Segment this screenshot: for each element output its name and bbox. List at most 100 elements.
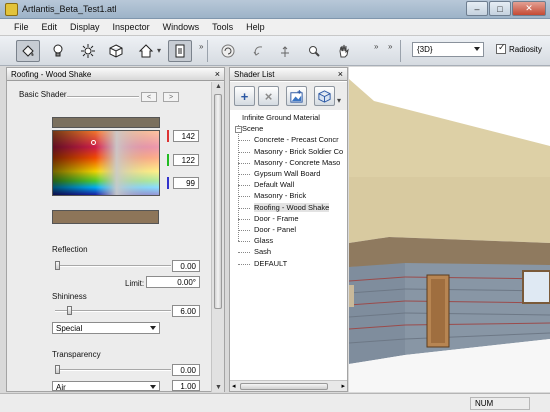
- chevron-down-icon: [474, 47, 480, 51]
- document-icon: [175, 44, 185, 58]
- object-tool-button[interactable]: [104, 40, 128, 62]
- redo-tool-button[interactable]: [273, 40, 297, 62]
- green-value-field[interactable]: 122: [173, 154, 199, 166]
- scroll-left-icon[interactable]: ◂: [232, 382, 236, 390]
- shader-item[interactable]: Default Wall: [254, 180, 294, 189]
- menu-file[interactable]: File: [14, 22, 29, 32]
- title-bar: Artlantis_Beta_Test1.atl – □ ✕: [0, 0, 550, 19]
- perspective-tool-button[interactable]: [134, 40, 158, 62]
- delete-shader-button[interactable]: ×: [258, 86, 279, 106]
- collapse-icon[interactable]: −: [235, 126, 242, 134]
- menu-edit[interactable]: Edit: [42, 22, 58, 32]
- radiosity-checkbox[interactable]: [496, 42, 506, 54]
- shader-list-hscrollbar[interactable]: ◂ ▸: [230, 380, 347, 391]
- light-bulb-icon: [53, 44, 63, 57]
- perspective-dropdown[interactable]: ▾: [157, 46, 161, 55]
- shader-slider-track[interactable]: [67, 96, 139, 98]
- toolbar-more-right[interactable]: »: [374, 42, 378, 51]
- chevron-down-icon[interactable]: ▾: [337, 96, 341, 105]
- menu-windows[interactable]: Windows: [163, 22, 200, 32]
- tree-connector: [238, 218, 250, 220]
- sun-tool-button[interactable]: [76, 40, 100, 62]
- maximize-button[interactable]: □: [489, 1, 511, 16]
- shader-item[interactable]: Door - Panel: [254, 225, 296, 234]
- shader-item[interactable]: Glass: [254, 236, 273, 245]
- transparency-value-field[interactable]: 0.00: [172, 364, 200, 376]
- inspector-scroll-thumb[interactable]: [214, 94, 222, 309]
- shader-item-selected[interactable]: Roofing - Wood Shake: [254, 202, 330, 212]
- cube-icon: [109, 44, 123, 58]
- reflection-slider-thumb[interactable]: [55, 261, 60, 270]
- shader-item[interactable]: Masonry - Concrete Maso: [254, 158, 340, 167]
- window-left: [349, 285, 354, 307]
- transparency-slider-track[interactable]: [55, 369, 171, 371]
- rotate-icon: [253, 46, 263, 56]
- shininess-value-field[interactable]: 6.00: [172, 305, 200, 317]
- pan-tool-button[interactable]: [332, 40, 356, 62]
- menu-display[interactable]: Display: [70, 22, 100, 32]
- reflection-value-field[interactable]: 0.00: [172, 260, 200, 272]
- window-controls: – □ ✕: [466, 1, 546, 16]
- shader-item[interactable]: Masonry - Brick: [254, 191, 306, 200]
- inspector-header: Roofing - Wood Shake ×: [7, 68, 224, 81]
- render-tool-button[interactable]: [216, 40, 240, 62]
- window-title: Artlantis_Beta_Test1.atl: [22, 4, 117, 14]
- ior-value-field[interactable]: 1.00: [172, 380, 200, 391]
- close-icon[interactable]: ×: [338, 69, 343, 79]
- 3d-viewport[interactable]: [349, 67, 550, 392]
- color-picker[interactable]: [52, 130, 160, 196]
- object-shader-button[interactable]: [314, 86, 335, 106]
- shininess-slider-track[interactable]: [55, 310, 171, 312]
- undo-tool-button[interactable]: [246, 40, 270, 62]
- shader-tool-button[interactable]: [16, 40, 40, 62]
- reflection-slider-track[interactable]: [55, 265, 171, 267]
- shader-list-toolbar: + × ▾: [230, 82, 347, 110]
- image-shader-button[interactable]: [286, 86, 307, 106]
- menu-tools[interactable]: Tools: [212, 22, 233, 32]
- shader-item[interactable]: Masonry - Brick Soldier Co: [254, 147, 343, 156]
- shader-item[interactable]: DEFAULT: [254, 259, 287, 268]
- zoom-tool-button[interactable]: [302, 40, 326, 62]
- blue-value-field[interactable]: 99: [173, 177, 199, 189]
- blue-channel-marker: [167, 177, 169, 189]
- color-picker-cursor[interactable]: [91, 140, 96, 145]
- shader-list-scroll-thumb[interactable]: [240, 383, 328, 390]
- color-swatch[interactable]: [52, 210, 159, 224]
- sun-icon: [81, 44, 95, 58]
- scroll-down-icon[interactable]: ▼: [215, 384, 222, 391]
- close-icon[interactable]: ×: [215, 69, 220, 79]
- shader-item[interactable]: Gypsum Wall Board: [254, 169, 320, 178]
- transparency-medium-select[interactable]: Air: [52, 381, 160, 392]
- shader-item[interactable]: Infinite Ground Material: [242, 113, 320, 122]
- shininess-mode-select[interactable]: Special: [52, 322, 160, 334]
- refresh-icon: [221, 44, 235, 58]
- close-button[interactable]: ✕: [512, 1, 546, 16]
- reflection-label: Reflection: [52, 245, 88, 254]
- shader-item[interactable]: Sash: [254, 247, 271, 256]
- shininess-label: Shininess: [52, 292, 87, 301]
- menu-inspector[interactable]: Inspector: [113, 22, 150, 32]
- toolbar-more-view[interactable]: »: [388, 42, 392, 51]
- scroll-up-icon[interactable]: ▲: [215, 83, 222, 90]
- brightness-bar[interactable]: [52, 117, 160, 128]
- menu-help[interactable]: Help: [246, 22, 265, 32]
- previous-shader-button[interactable]: <: [141, 92, 157, 102]
- inspector-scrollbar[interactable]: ▲ ▼: [211, 82, 224, 392]
- hand-icon: [339, 44, 349, 58]
- shader-item[interactable]: Door - Frame: [254, 214, 299, 223]
- red-value-field[interactable]: 142: [173, 130, 199, 142]
- view-select[interactable]: {3D}: [412, 42, 484, 57]
- transparency-slider-thumb[interactable]: [55, 365, 60, 374]
- shader-item[interactable]: Concrete - Precast Concr: [254, 135, 339, 144]
- light-tool-button[interactable]: [46, 40, 70, 62]
- scroll-right-icon[interactable]: ▸: [341, 382, 345, 390]
- toolbar-more-left[interactable]: »: [199, 42, 203, 51]
- add-shader-button[interactable]: +: [234, 86, 255, 106]
- limit-value-field[interactable]: 0.00°: [146, 276, 200, 288]
- shininess-slider-thumb[interactable]: [67, 306, 72, 315]
- shader-item[interactable]: Scene: [242, 124, 263, 133]
- next-shader-button[interactable]: >: [163, 92, 179, 102]
- document-tool-button[interactable]: [168, 40, 192, 62]
- radiosity-toggle[interactable]: Radiosity: [496, 42, 542, 54]
- minimize-button[interactable]: –: [466, 1, 488, 16]
